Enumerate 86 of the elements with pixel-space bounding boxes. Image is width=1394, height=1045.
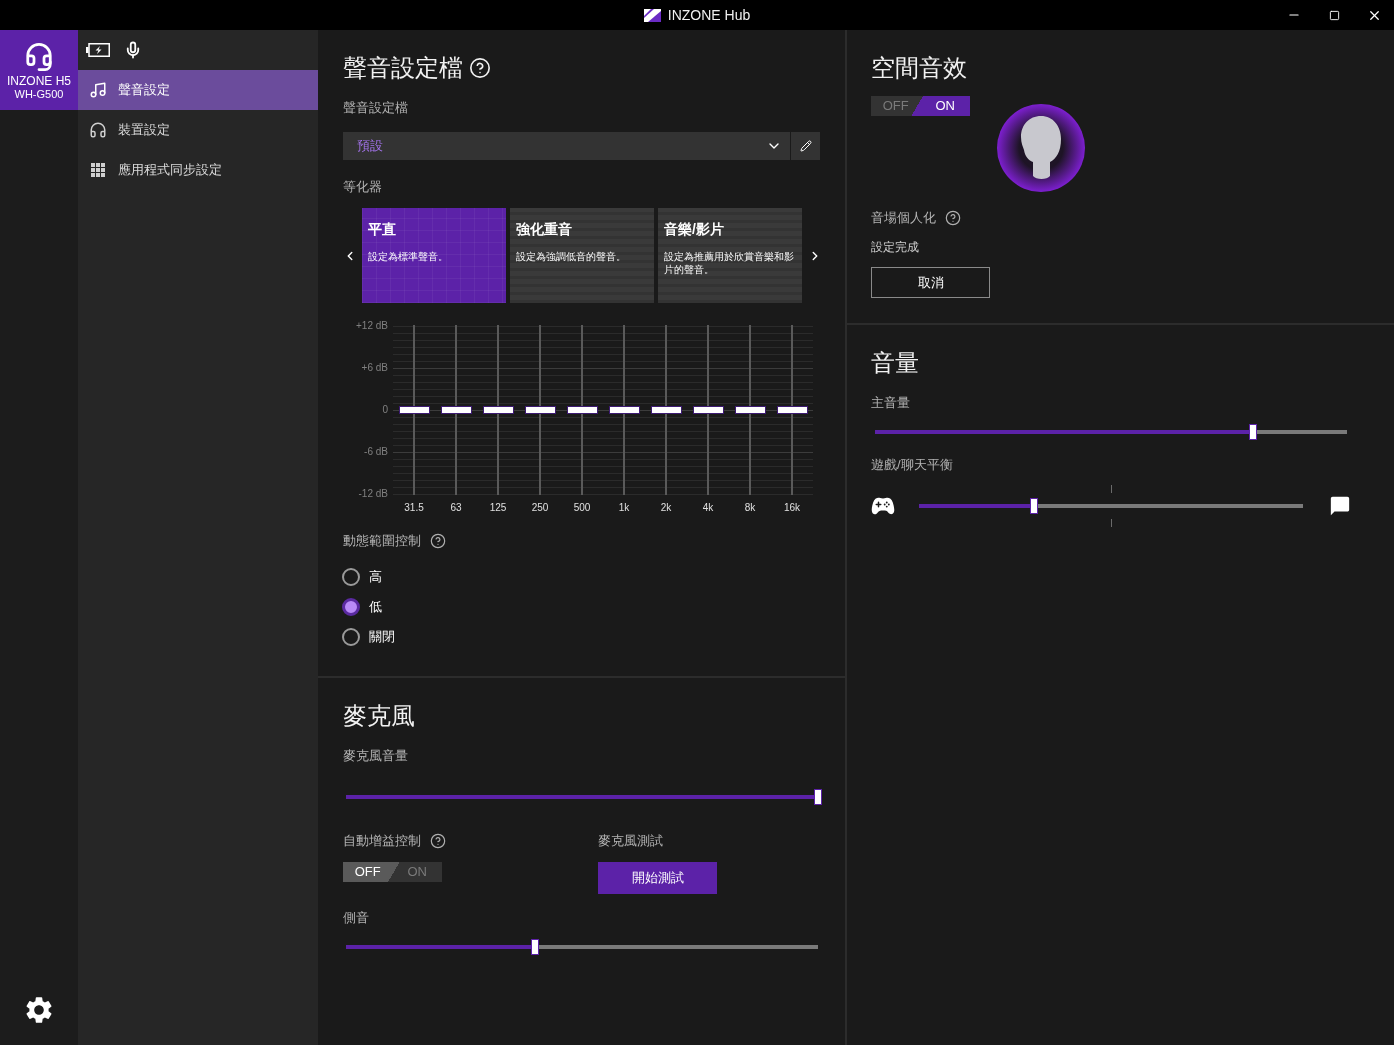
eq-db-label: +6 dB [361, 361, 388, 375]
headphones-icon [89, 121, 107, 139]
slider-thumb[interactable] [530, 939, 539, 955]
radio-button[interactable] [342, 628, 360, 646]
battery-charging-icon [86, 43, 110, 57]
preset-title: 平直 [368, 220, 396, 238]
preset-description: 設定為強調低音的聲音。 [516, 250, 626, 263]
profile-dropdown[interactable]: 預設 [343, 132, 790, 160]
section-title: 空間音效 [871, 53, 967, 83]
app-logo-icon [643, 8, 661, 22]
headset-icon [24, 42, 54, 72]
preset-card[interactable]: 強化重音 設定為強調低音的聲音。 [510, 208, 654, 303]
eq-frequency-label: 125 [489, 501, 507, 515]
grid-icon [91, 163, 105, 177]
eq-db-label: -6 dB [364, 445, 388, 459]
eq-frequency-label: 2k [660, 501, 672, 515]
help-icon[interactable] [430, 533, 446, 549]
preset-card[interactable]: 平直 設定為標準聲音。 [362, 208, 506, 303]
eq-frequency-label: 250 [531, 501, 549, 515]
field-label: 音場個人化 [871, 209, 936, 227]
eq-frequency-label: 4k [702, 501, 714, 515]
toggle-on-option[interactable]: ON [920, 96, 970, 116]
eq-frequency-label: 63 [450, 501, 462, 515]
field-label: 等化器 [343, 178, 382, 196]
eq-slider-handle[interactable] [440, 406, 472, 414]
field-label: 麥克風測試 [598, 832, 663, 850]
on-off-toggle[interactable]: OFF ON [871, 96, 970, 116]
on-off-toggle[interactable]: OFF ON [343, 862, 442, 882]
eq-db-label: +12 dB [356, 319, 388, 333]
preset-description: 設定為推薦用於欣賞音樂和影片的聲音。 [664, 250, 795, 276]
radio-button[interactable] [342, 598, 360, 616]
radio-label: 高 [369, 568, 382, 586]
eq-slider-handle[interactable] [734, 406, 766, 414]
music-note-icon [89, 81, 107, 99]
field-label: 自動增益控制 [343, 832, 421, 850]
eq-frequency-label: 500 [573, 501, 591, 515]
eq-frequency-label: 8k [744, 501, 756, 515]
device-tile[interactable]: INZONE H5 WH-G500 [0, 30, 78, 110]
field-label: 動態範圍控制 [343, 532, 421, 550]
field-label: 遊戲/聊天平衡 [871, 456, 953, 474]
pencil-icon [799, 140, 812, 152]
eq-slider-handle[interactable] [608, 406, 640, 414]
nav-item[interactable]: 聲音設定 [78, 70, 318, 110]
status-text: 設定完成 [871, 239, 919, 255]
edit-button[interactable] [791, 132, 820, 160]
preset-title: 強化重音 [516, 220, 572, 238]
field-label: 側音 [343, 909, 369, 927]
preset-description: 設定為標準聲音。 [368, 250, 448, 263]
field-label: 主音量 [871, 394, 910, 412]
maximize-icon [1328, 9, 1340, 21]
radio-label: 低 [369, 598, 382, 616]
help-icon[interactable] [430, 833, 446, 849]
eq-slider-handle[interactable] [482, 406, 514, 414]
field-label: 聲音設定檔 [343, 99, 408, 117]
preset-title: 音樂/影片 [664, 220, 724, 238]
head-silhouette-icon [997, 104, 1085, 192]
preset-card[interactable]: 音樂/影片 設定為推薦用於欣賞音樂和影片的聲音。 [658, 208, 802, 303]
slider-thumb[interactable] [814, 789, 822, 805]
section-title: 麥克風 [343, 701, 415, 731]
eq-slider-handle[interactable] [398, 406, 430, 414]
cancel-button[interactable]: 取消 [871, 267, 990, 298]
toggle-off-option[interactable]: OFF [343, 862, 393, 882]
slider-thumb[interactable] [1248, 424, 1257, 440]
eq-db-label: 0 [382, 403, 388, 417]
start-test-button[interactable]: 開始測試 [598, 862, 717, 894]
window-title: INZONE Hub [667, 7, 751, 23]
radio-button[interactable] [342, 568, 360, 586]
section-title: 音量 [871, 348, 919, 378]
slider-thumb[interactable] [1030, 498, 1039, 514]
eq-slider-handle[interactable] [776, 406, 808, 414]
eq-frequency-label: 1k [618, 501, 630, 515]
eq-slider-handle[interactable] [692, 406, 724, 414]
section-title: 聲音設定檔 [343, 53, 463, 83]
radio-label: 關閉 [369, 628, 395, 646]
microphone-icon [124, 41, 142, 59]
eq-db-label: -12 dB [358, 487, 388, 501]
eq-slider-handle[interactable] [650, 406, 682, 414]
nav-item[interactable]: 裝置設定 [78, 110, 318, 150]
eq-slider-handle[interactable] [524, 406, 556, 414]
eq-slider-handle[interactable] [566, 406, 598, 414]
help-icon[interactable] [945, 210, 961, 226]
field-label: 麥克風音量 [343, 747, 408, 765]
eq-frequency-label: 31.5 [404, 501, 424, 515]
nav-item[interactable]: 應用程式同步設定 [78, 150, 318, 190]
eq-frequency-label: 16k [783, 501, 801, 515]
chat-bubble-icon [1329, 495, 1351, 517]
